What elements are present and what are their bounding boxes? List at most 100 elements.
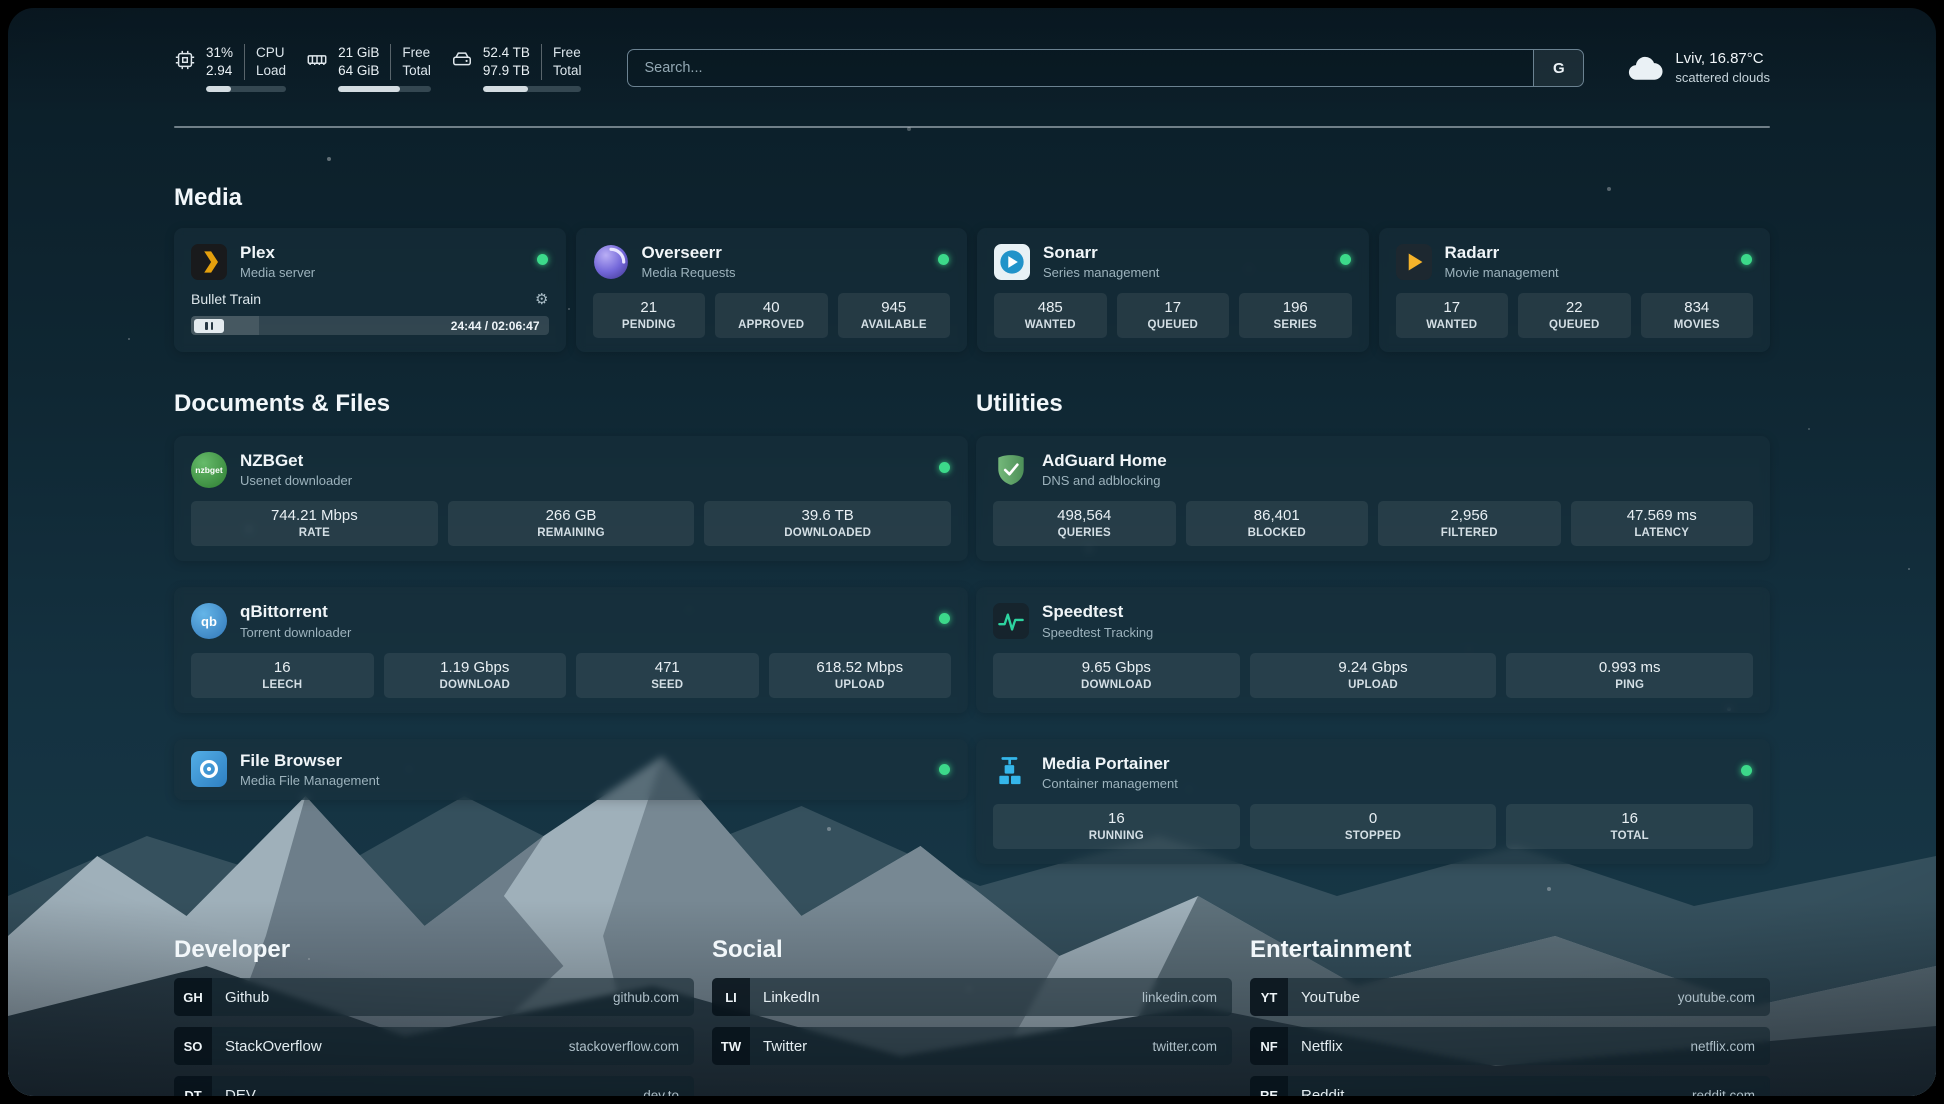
stat-box: 17WANTED [1396,293,1509,338]
adguard-card[interactable]: AdGuard Home DNS and adblocking 498,564Q… [976,436,1770,561]
app-subtitle: Movie management [1445,265,1559,280]
stat-box: 16LEECH [191,653,374,698]
cpu-values: 31%2.94 [206,44,233,79]
developer-bookmarks: Developer GH Github github.com SO StackO… [174,936,694,1096]
cpu-icon [174,49,196,71]
radarr-card[interactable]: Radarr Movie management 17WANTED 22QUEUE… [1379,228,1771,352]
sonarr-card[interactable]: Sonarr Series management 485WANTED 17QUE… [977,228,1369,352]
ram-usage-bar [338,86,431,92]
qbittorrent-card[interactable]: qb qBittorrent Torrent downloader 16LEEC… [174,587,968,712]
status-dot [1741,765,1752,776]
stat-box: 498,564QUERIES [993,501,1176,546]
bookmark-reddit[interactable]: RE Reddit reddit.com [1250,1076,1770,1096]
bookmark-badge: TW [712,1027,750,1065]
bookmark-badge: LI [712,978,750,1016]
bookmark-url: twitter.com [1152,1039,1217,1054]
bookmark-url: reddit.com [1692,1088,1755,1096]
speedtest-icon [993,603,1029,639]
bookmark-badge: YT [1250,978,1288,1016]
plex-card[interactable]: Plex Media server Bullet Train ⚙ 24:44 /… [174,228,566,352]
media-section-title: Media [174,184,1770,212]
social-section-title: Social [712,936,1232,964]
stat-box: 21PENDING [593,293,706,338]
filebrowser-card[interactable]: File Browser Media File Management [174,739,968,800]
app-subtitle: DNS and adblocking [1042,473,1167,488]
cpu-labels: CPULoad [256,44,286,79]
app-name: File Browser [240,751,379,771]
status-dot [1741,254,1752,265]
stat-box: 40APPROVED [715,293,828,338]
app-name: Overseerr [642,243,736,263]
app-subtitle: Media File Management [240,773,379,788]
weather-condition: scattered clouds [1675,69,1770,87]
stat-box: 9.65 GbpsDOWNLOAD [993,653,1240,698]
stat-box: 945AVAILABLE [838,293,951,338]
status-dot [939,462,950,473]
stat-box: 744.21 MbpsRATE [191,501,438,546]
overseerr-card[interactable]: Overseerr Media Requests 21PENDING 40APP… [576,228,968,352]
stat-box: 0.993 msPING [1506,653,1753,698]
bookmark-name: YouTube [1301,989,1360,1006]
plex-icon [191,244,227,280]
stat-box: 196SERIES [1239,293,1352,338]
bookmark-name: DEV [225,1087,256,1096]
search-input[interactable] [628,50,1533,86]
app-name: Speedtest [1042,602,1153,622]
status-dot [537,254,548,265]
bookmark-url: youtube.com [1678,990,1755,1005]
bookmark-badge: SO [174,1027,212,1065]
weather-location: Lviv, 16.87°C [1675,49,1770,69]
app-subtitle: Media Requests [642,265,736,280]
app-name: Media Portainer [1042,754,1178,774]
bookmark-stackoverflow[interactable]: SO StackOverflow stackoverflow.com [174,1027,694,1065]
bookmark-url: stackoverflow.com [569,1039,679,1054]
bookmark-dev[interactable]: DT DEV dev.to [174,1076,694,1096]
utilities-section-title: Utilities [976,390,1770,418]
stat-box: 2,956FILTERED [1378,501,1561,546]
portainer-card[interactable]: Media Portainer Container management 16R… [976,739,1770,864]
bookmark-name: StackOverflow [225,1038,322,1055]
bookmark-linkedin[interactable]: LI LinkedIn linkedin.com [712,978,1232,1016]
divider [244,44,245,79]
bookmark-name: Reddit [1301,1087,1344,1096]
playback-time: 24:44 / 02:06:47 [451,316,540,335]
search-engine-button[interactable]: G [1533,50,1583,86]
dashboard-screen: 31%2.94 CPULoad [8,8,1936,1096]
stat-box: 485WANTED [994,293,1107,338]
app-subtitle: Container management [1042,776,1178,791]
pause-button[interactable] [194,319,224,333]
bookmark-url: linkedin.com [1142,990,1217,1005]
playback-progress-bar[interactable]: 24:44 / 02:06:47 [191,316,549,335]
bookmark-name: Twitter [763,1038,807,1055]
entertainment-bookmarks: Entertainment YT YouTube youtube.com NF … [1250,936,1770,1096]
speedtest-card[interactable]: Speedtest Speedtest Tracking 9.65 GbpsDO… [976,587,1770,712]
stat-box: 16RUNNING [993,804,1240,849]
stat-box: 1.19 GbpsDOWNLOAD [384,653,567,698]
nzbget-card[interactable]: nzbget NZBGet Usenet downloader 744.21 M… [174,436,968,561]
app-name: Radarr [1445,243,1559,263]
documents-column: Documents & Files nzbget NZBGet Usenet d… [174,390,968,800]
now-playing-title: Bullet Train [191,291,261,307]
stat-box: 834MOVIES [1641,293,1754,338]
bookmark-youtube[interactable]: YT YouTube youtube.com [1250,978,1770,1016]
disk-icon [451,49,473,71]
weather-widget: Lviv, 16.87°C scattered clouds [1626,49,1770,87]
media-section: Media Plex Media server Bullet T [174,184,1770,352]
search-bar[interactable]: G [627,49,1584,87]
stat-box: 618.52 MbpsUPLOAD [769,653,952,698]
stat-box: 39.6 TBDOWNLOADED [704,501,951,546]
cpu-usage-bar [206,86,286,92]
app-name: NZBGet [240,451,352,471]
app-name: qBittorrent [240,602,351,622]
bookmark-github[interactable]: GH Github github.com [174,978,694,1016]
gear-icon[interactable]: ⚙ [535,292,548,307]
sonarr-icon [994,244,1030,280]
bookmark-twitter[interactable]: TW Twitter twitter.com [712,1027,1232,1065]
bookmark-netflix[interactable]: NF Netflix netflix.com [1250,1027,1770,1065]
app-subtitle: Media server [240,265,315,280]
divider [541,44,542,79]
app-name: Sonarr [1043,243,1159,263]
bookmark-url: github.com [613,990,679,1005]
top-bar: 31%2.94 CPULoad [174,34,1770,102]
stat-box: 47.569 msLATENCY [1571,501,1754,546]
